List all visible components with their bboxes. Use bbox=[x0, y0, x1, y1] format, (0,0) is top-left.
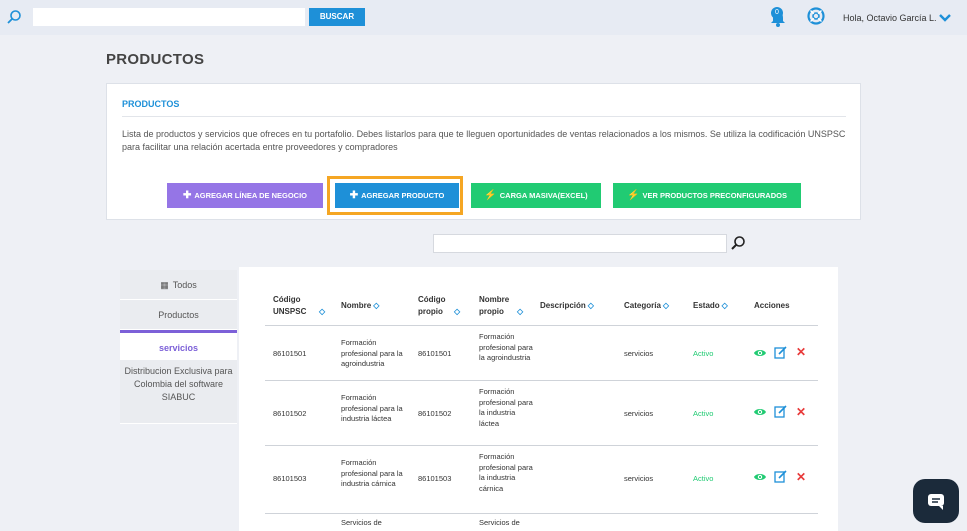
plus-icon: ✚ bbox=[349, 190, 359, 201]
card-title: PRODUCTOS bbox=[122, 99, 180, 109]
plus-icon: ✚ bbox=[182, 190, 192, 201]
add-business-line-button[interactable]: ✚ AGREGAR LÍNEA DE NEGOCIO bbox=[167, 183, 323, 208]
bulk-upload-label: CARGA MASIVA(EXCEL) bbox=[499, 191, 588, 200]
user-greeting[interactable]: Hola, Octavio García L. bbox=[843, 13, 937, 23]
cell-categoria: servicios bbox=[624, 349, 654, 358]
header-label: Nombre propio bbox=[479, 295, 510, 316]
eye-icon[interactable] bbox=[753, 406, 767, 418]
sort-icon[interactable]: ◇ bbox=[588, 301, 594, 310]
cell-codigo: 86101503 bbox=[273, 474, 307, 483]
products-table: Código UNSPSC ◇ Nombre ◇ Código propio ◇ No… bbox=[239, 267, 838, 531]
cell-nombre-propio: Formación profesional para la industria … bbox=[479, 387, 533, 428]
cell-codigo-propio: 86101502 bbox=[418, 409, 452, 418]
eye-icon[interactable] bbox=[753, 347, 767, 359]
sort-icon[interactable]: ◇ bbox=[319, 307, 325, 316]
status-badge: Activo bbox=[693, 474, 714, 483]
add-business-line-label: AGREGAR LÍNEA DE NEGOCIO bbox=[194, 191, 308, 200]
top-search-input[interactable] bbox=[33, 8, 305, 26]
top-bar: BUSCAR 0 Hola, Octavio García L. bbox=[0, 0, 967, 35]
delete-icon[interactable]: ✕ bbox=[796, 471, 806, 483]
grid-icon: ▦ bbox=[160, 280, 169, 290]
bulk-upload-button[interactable]: ⚡ CARGA MASIVA(EXCEL) bbox=[471, 183, 601, 208]
view-preconfigured-button[interactable]: ⚡ VER PRODUCTOS PRECONFIGURADOS bbox=[613, 183, 801, 208]
cell-nombre: Formación profesional para la industria … bbox=[341, 458, 403, 488]
sort-icon[interactable]: ◇ bbox=[722, 301, 728, 310]
header-label: Nombre bbox=[341, 301, 372, 310]
edit-icon[interactable] bbox=[774, 470, 787, 483]
status-badge: Activo bbox=[693, 349, 714, 358]
column-header-descripcion[interactable]: Descripción ◇ bbox=[540, 300, 594, 312]
sidebar-item-distribucion[interactable]: Distribucion Exclusiva para Colombia del… bbox=[120, 360, 237, 424]
divider bbox=[122, 116, 846, 117]
bolt-icon: ⚡ bbox=[627, 190, 640, 201]
sort-icon[interactable]: ◇ bbox=[517, 307, 523, 316]
header-label: Descripción bbox=[540, 301, 586, 310]
sidebar-item-todos[interactable]: ▦ Todos bbox=[120, 270, 237, 300]
add-product-button[interactable]: ✚ AGREGAR PRODUCTO bbox=[335, 183, 459, 208]
column-header-nombre[interactable]: Nombre ◇ bbox=[341, 300, 379, 312]
sidebar-item-label: servicios bbox=[158, 343, 199, 353]
page-title: PRODUCTOS bbox=[106, 51, 205, 68]
row-divider bbox=[265, 513, 818, 514]
chevron-down-icon[interactable] bbox=[939, 13, 951, 23]
cell-categoria: servicios bbox=[624, 474, 654, 483]
column-header-codigo-propio[interactable]: Código propio ◇ bbox=[418, 294, 460, 318]
sidebar-item-servicios[interactable]: servicios bbox=[120, 330, 237, 360]
sidebar-item-productos[interactable]: Productos bbox=[120, 300, 237, 330]
sort-icon[interactable]: ◇ bbox=[373, 301, 379, 310]
search-icon[interactable] bbox=[730, 235, 746, 251]
notification-count-badge: 0 bbox=[771, 7, 783, 19]
search-icon[interactable] bbox=[6, 9, 22, 25]
sort-icon[interactable]: ◇ bbox=[454, 307, 460, 316]
products-card: PRODUCTOS Lista de productos y servicios… bbox=[106, 83, 861, 220]
header-label: Categoría bbox=[624, 301, 661, 310]
cell-codigo: 86101501 bbox=[273, 349, 307, 358]
column-header-estado[interactable]: Estado ◇ bbox=[693, 300, 728, 312]
delete-icon[interactable]: ✕ bbox=[796, 406, 806, 418]
header-label: Acciones bbox=[754, 301, 790, 310]
edit-icon[interactable] bbox=[774, 405, 787, 418]
cell-nombre-propio: Servicios de bbox=[479, 518, 520, 527]
lifebuoy-icon[interactable] bbox=[807, 7, 825, 25]
cell-codigo: 86101502 bbox=[273, 409, 307, 418]
cell-nombre: Formación profesional para la industria … bbox=[341, 393, 403, 423]
cell-nombre: Formación profesional para la agroindust… bbox=[341, 338, 403, 368]
column-header-nombre-propio[interactable]: Nombre propio ◇ bbox=[479, 294, 523, 318]
header-label: Código UNSPSC bbox=[273, 295, 307, 316]
category-sidebar: ▦ Todos Productos servicios Distribucion … bbox=[120, 270, 237, 424]
column-header-codigo[interactable]: Código UNSPSC ◇ bbox=[273, 294, 325, 318]
delete-icon[interactable]: ✕ bbox=[796, 346, 806, 358]
row-divider bbox=[265, 380, 818, 381]
eye-icon[interactable] bbox=[753, 471, 767, 483]
product-search-input[interactable] bbox=[433, 234, 727, 253]
cell-codigo-propio: 86101501 bbox=[418, 349, 452, 358]
column-header-acciones: Acciones bbox=[754, 300, 790, 312]
column-header-categoria[interactable]: Categoría ◇ bbox=[624, 300, 669, 312]
header-divider bbox=[265, 325, 818, 326]
buscar-button[interactable]: BUSCAR bbox=[309, 8, 365, 26]
cell-codigo-propio: 86101503 bbox=[418, 474, 452, 483]
header-label: Estado bbox=[693, 301, 720, 310]
cell-nombre-propio: Formación profesional para la agroindust… bbox=[479, 332, 533, 362]
status-badge: Activo bbox=[693, 409, 714, 418]
add-product-label: AGREGAR PRODUCTO bbox=[361, 191, 445, 200]
edit-icon[interactable] bbox=[774, 346, 787, 359]
header-label: Código propio bbox=[418, 295, 446, 316]
chat-widget-button[interactable] bbox=[913, 479, 959, 523]
sidebar-item-label: Distribucion Exclusiva para Colombia del… bbox=[124, 366, 233, 402]
view-preconfigured-label: VER PRODUCTOS PRECONFIGURADOS bbox=[642, 191, 787, 200]
cell-nombre-propio: Formación profesional para la industria … bbox=[479, 452, 533, 493]
bolt-icon: ⚡ bbox=[484, 190, 497, 201]
sort-icon[interactable]: ◇ bbox=[663, 301, 669, 310]
chat-icon bbox=[928, 494, 944, 510]
row-divider bbox=[265, 445, 818, 446]
sidebar-item-label: Todos bbox=[172, 280, 197, 290]
cell-categoria: servicios bbox=[624, 409, 654, 418]
sidebar-item-label: Productos bbox=[158, 310, 199, 320]
cell-nombre: Servicios de bbox=[341, 518, 382, 527]
card-description: Lista de productos y servicios que ofrec… bbox=[122, 129, 846, 152]
